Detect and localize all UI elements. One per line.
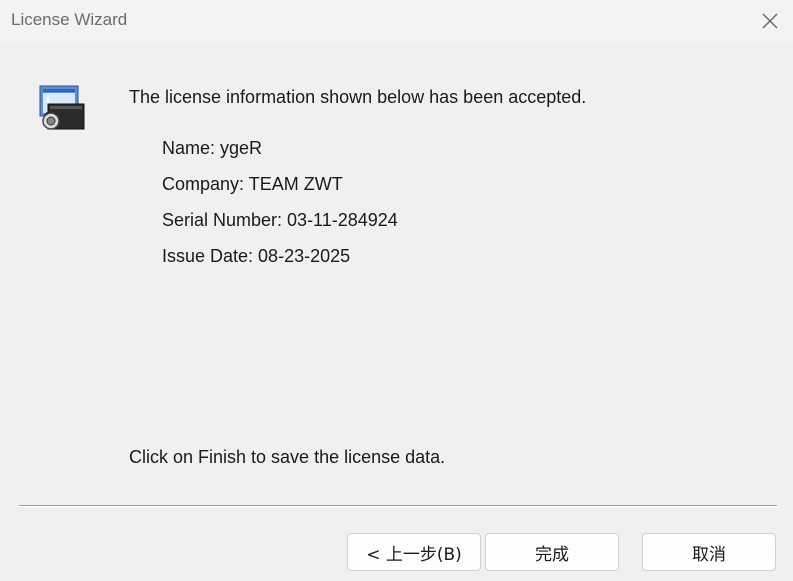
title-bar: License Wizard bbox=[0, 0, 793, 42]
back-button[interactable]: < 上一步(B) bbox=[347, 533, 481, 571]
window-title: License Wizard bbox=[11, 10, 128, 29]
license-wizard-window: License Wizard The license information s… bbox=[0, 0, 793, 581]
close-icon bbox=[762, 13, 778, 29]
button-divider bbox=[19, 505, 777, 507]
finish-instruction: Click on Finish to save the license data… bbox=[129, 447, 446, 467]
cancel-button[interactable]: 取消 bbox=[642, 533, 776, 571]
license-issue-date: Issue Date: 08-23-2025 bbox=[162, 246, 351, 266]
accepted-headline: The license information shown below has … bbox=[129, 87, 587, 107]
license-name: Name: ygeR bbox=[162, 138, 263, 158]
finish-button[interactable]: 完成 bbox=[485, 533, 619, 571]
license-serial-number: Serial Number: 03-11-284924 bbox=[162, 210, 398, 230]
license-wizard-app-icon bbox=[39, 85, 85, 130]
close-button[interactable] bbox=[755, 6, 785, 36]
license-company: Company: TEAM ZWT bbox=[162, 174, 343, 194]
